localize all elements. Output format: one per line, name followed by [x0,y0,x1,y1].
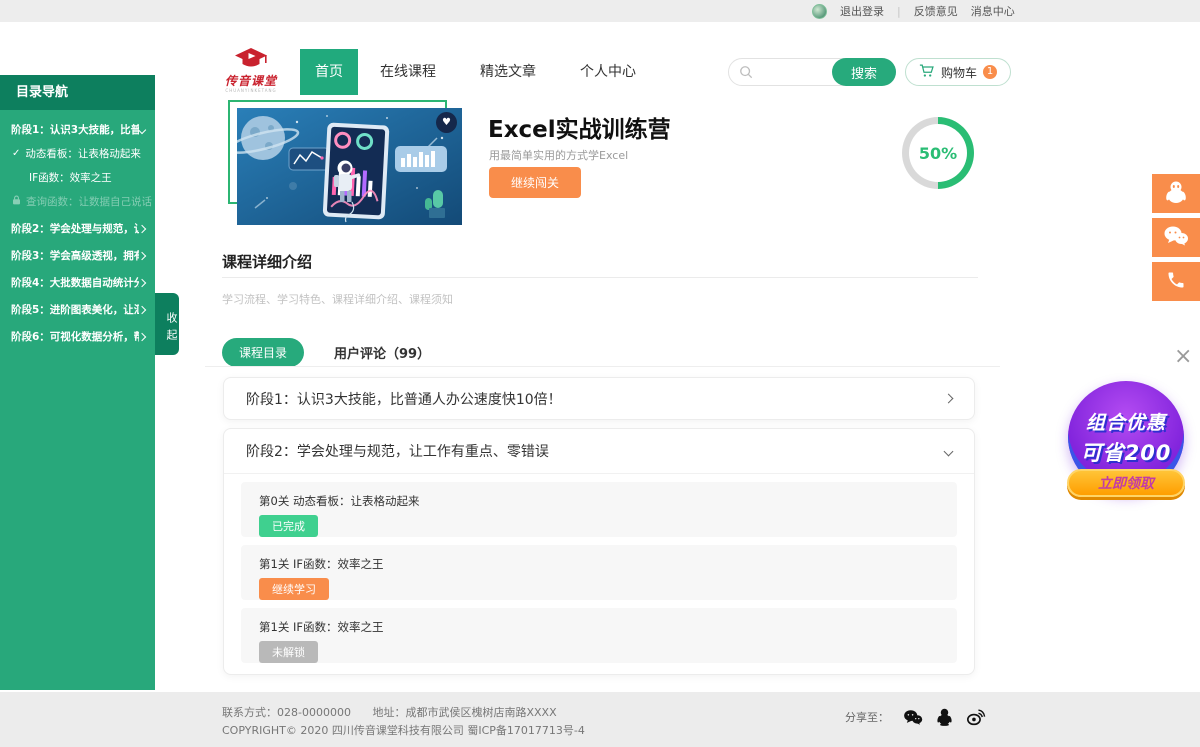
logo-subtitle: CHUANYINKETANG [206,88,296,93]
promo-claim-button[interactable]: 立即领取 [1067,469,1185,497]
site-logo[interactable]: 传音课堂 CHUANYINKETANG [206,47,296,93]
sidebar-stage-6[interactable]: 阶段6：可视化数据分析，帮老板... [11,329,145,344]
progress-percent: 50% [909,124,967,182]
sidebar-stage-1[interactable]: 阶段1：认识3大技能，比普通人... [11,122,145,137]
message-center-link[interactable]: 消息中心 [971,3,1015,19]
wechat-contact-button[interactable] [1152,218,1200,257]
chevron-right-icon [138,305,146,313]
qq-icon [1165,180,1187,208]
cart-count-badge: 1 [983,65,997,79]
continue-button[interactable]: 继续闯关 [489,167,581,198]
cart-label: 购物车 [941,64,977,81]
status-badge-locked: 未解锁 [259,641,318,663]
stage-card-2: 阶段2：学会处理与规范，让工作有重点、零错误 第0关 动态看板：让表格动起来 已… [223,428,975,675]
sidebar-stage-4[interactable]: 阶段4：大批数据自动统计分析，... [11,275,145,290]
chevron-down-icon [138,125,146,133]
lesson-item-1[interactable]: 第1关 IF函数：效率之王 继续学习 [241,545,957,600]
topbar-divider: | [897,5,901,18]
lesson-item-2[interactable]: 第1关 IF函数：效率之王 未解锁 [241,608,957,663]
course-subtitle: 用最简单实用的方式学Excel [489,147,628,163]
chevron-right-icon [138,251,146,259]
top-bar: 退出登录 | 反馈意见 消息中心 [0,0,1200,22]
footer-contact-line: 联系方式：028-0000000 地址：成都市武侯区槐树店南路XXXX [222,704,575,720]
qq-contact-button[interactable] [1152,174,1200,213]
search-input[interactable] [753,65,833,79]
cart-button[interactable]: 购物车 1 [905,58,1011,86]
logout-link[interactable]: 退出登录 [840,3,884,19]
logo-title: 传音课堂 [206,75,296,88]
share-weibo-icon[interactable] [966,708,986,726]
feedback-link[interactable]: 反馈意见 [914,3,958,19]
stage-card-1[interactable]: 阶段1：认识3大技能，比普通人办公速度快10倍！ [223,377,975,420]
course-cover-image[interactable] [237,108,462,225]
search-button[interactable]: 搜索 [832,58,896,86]
top-bar-links: 退出登录 | 反馈意见 消息中心 [812,0,1015,22]
search-icon [739,65,753,79]
header: 传音课堂 CHUANYINKETANG 首页 在线课程 精选文章 个人中心 搜索… [0,22,1200,75]
lock-icon [12,195,21,208]
promo-line1: 组合优惠 [1086,408,1166,435]
page: 退出登录 | 反馈意见 消息中心 传音课堂 CHUANYINKETANG 首页 … [0,0,1200,747]
divider [205,366,1000,367]
course-title: Excel实战训练营 [488,110,671,144]
detail-meta: 学习流程、学习特色、课程详细介绍、课程须知 [222,291,453,307]
share-wechat-icon[interactable] [903,709,923,726]
sidebar-stage-3[interactable]: 阶段3：学会高级透视，拥有同时... [11,248,145,263]
search-box: 搜索 [728,58,896,86]
divider [222,277,978,278]
sidebar-stage-2[interactable]: 阶段2：学会处理与规范，让工作... [11,221,145,236]
promo-line2: 可省200 [1081,437,1172,467]
detail-heading: 课程详细介绍 [222,251,312,272]
catalog-sidebar: 目录导航 阶段1：认识3大技能，比普通人... ✓ 动态看板：让表格动起来 IF… [0,75,155,690]
nav-featured-articles[interactable]: 精选文章 [458,49,558,95]
detail-tabs: 课程目录 用户评论（99） [222,338,430,367]
main-nav: 首页 在线课程 精选文章 个人中心 [300,49,658,95]
footer-address: 地址：成都市武侯区槐树店南路XXXX [372,706,556,719]
sidebar-title: 目录导航 [0,75,155,110]
sidebar-lesson-if[interactable]: IF函数：效率之王 [12,170,149,185]
sidebar-lesson-locked[interactable]: 查询函数：让数据自己说话 [12,194,149,209]
cart-icon [919,63,935,81]
chevron-right-icon [944,394,954,404]
nav-personal-center[interactable]: 个人中心 [558,49,658,95]
progress-ring: 50% [902,117,974,189]
share-bar: 分享至： [845,708,986,726]
footer-copyright: COPYRIGHT© 2020 四川传音课堂科技有限公司 蜀ICP备170177… [222,722,585,738]
chevron-down-icon [944,446,954,456]
user-avatar[interactable] [812,4,827,19]
sidebar-collapse-button[interactable]: 收起 [155,293,179,355]
chevron-right-icon [138,224,146,232]
share-qq-icon[interactable] [937,708,952,726]
sidebar-stage-5[interactable]: 阶段5：进阶图表美化，让汇报一... [11,302,145,317]
favorite-heart-icon[interactable]: ♥ [436,112,457,133]
phone-contact-button[interactable] [1152,262,1200,301]
footer: 联系方式：028-0000000 地址：成都市武侯区槐树店南路XXXX COPY… [0,692,1200,747]
promo-close-icon[interactable]: × [1174,346,1192,368]
status-badge-continue[interactable]: 继续学习 [259,578,329,600]
stage-2-title: 阶段2：学会处理与规范，让工作有重点、零错误 [246,441,549,461]
tab-user-comments[interactable]: 用户评论（99） [334,343,430,362]
graduation-cap-icon [233,56,269,75]
stage-2-header[interactable]: 阶段2：学会处理与规范，让工作有重点、零错误 [224,429,974,474]
check-icon: ✓ [12,148,20,159]
footer-contact: 联系方式：028-0000000 [222,706,351,719]
tab-course-catalog[interactable]: 课程目录 [222,338,304,367]
nav-home[interactable]: 首页 [300,49,358,95]
share-label: 分享至： [845,709,889,725]
nav-online-courses[interactable]: 在线课程 [358,49,458,95]
sidebar-lesson-dashboard[interactable]: ✓ 动态看板：让表格动起来 [12,146,149,161]
wechat-icon [1163,225,1189,251]
phone-icon [1166,270,1186,294]
stage-1-title: 阶段1：认识3大技能，比普通人办公速度快10倍！ [246,389,562,409]
chevron-right-icon [138,278,146,286]
lesson-item-0[interactable]: 第0关 动态看板：让表格动起来 已完成 [241,482,957,537]
chevron-right-icon [138,332,146,340]
status-badge-done: 已完成 [259,515,318,537]
